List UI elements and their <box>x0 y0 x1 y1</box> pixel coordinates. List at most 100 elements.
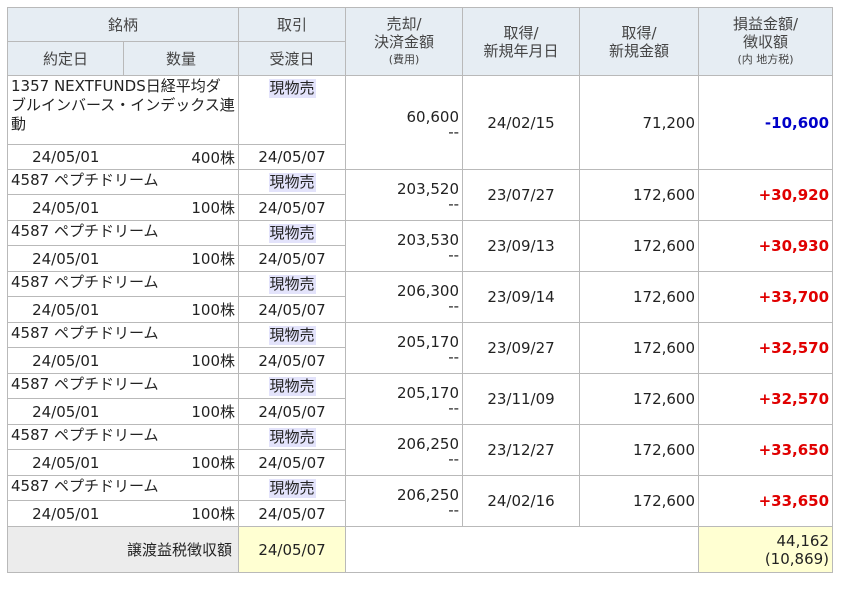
pl-amount: +32,570 <box>698 373 834 425</box>
exec-date: 24/05/01 <box>7 296 124 323</box>
exec-date: 24/05/01 <box>7 500 124 527</box>
trade-type-cell: 現物売 <box>238 169 347 195</box>
settle-date: 24/05/07 <box>238 449 347 476</box>
col-header-suryo: 数量 <box>122 41 240 76</box>
total-label: 譲渡益税徴収額 <box>6 526 240 573</box>
pl-line2: 徴収額 <box>743 32 789 51</box>
acq-date: 23/11/09 <box>462 373 581 425</box>
trade-type: 現物売 <box>268 325 316 345</box>
acq-amount: 172,600 <box>579 220 700 272</box>
trade-type: 現物売 <box>268 376 316 396</box>
header-row-top: 銘柄 取引 売却/ 決済金額 (費用) 取得/ 新規年月日 取得/ 新規金額 損… <box>6 7 834 76</box>
total-local-tax: (10,869) <box>764 549 830 568</box>
table-row: 1357 NEXTFUNDS日経平均ダブルインバース・インデックス連動 現物売 … <box>6 75 834 170</box>
sale-amount-cell: 60,600 -- <box>345 75 464 170</box>
trade-type-cell: 現物売 <box>238 75 347 145</box>
stock-name[interactable]: 4587 ペプチドリーム <box>6 169 240 195</box>
trade-type-cell: 現物売 <box>238 322 347 348</box>
fee: -- <box>448 246 460 264</box>
settle-date: 24/05/07 <box>238 296 347 323</box>
trade-type: 現物売 <box>268 223 316 243</box>
pl-amount: +30,920 <box>698 169 834 221</box>
trade-type: 現物売 <box>268 172 316 192</box>
pl-amount: +33,650 <box>698 475 834 527</box>
pl-line1: 損益金額/ <box>732 14 799 33</box>
settle-date: 24/05/07 <box>238 500 347 527</box>
stock-name[interactable]: 4587 ペプチドリーム <box>6 271 240 297</box>
acq-amount: 172,600 <box>579 271 700 323</box>
pl-amount: -10,600 <box>698 75 834 170</box>
stock-name[interactable]: 1357 NEXTFUNDS日経平均ダブルインバース・インデックス連動 <box>6 75 240 145</box>
sale-amount-cell: 206,250 -- <box>345 475 464 527</box>
exec-date: 24/05/01 <box>7 194 124 221</box>
exec-date: 24/05/01 <box>7 449 124 476</box>
acq-date: 23/09/13 <box>462 220 581 272</box>
trade-type: 現物売 <box>268 274 316 294</box>
quantity: 100株 <box>123 296 240 323</box>
pl-amount: +33,700 <box>698 271 834 323</box>
acq-amount: 172,600 <box>579 475 700 527</box>
stock-name[interactable]: 4587 ペプチドリーム <box>6 373 240 399</box>
stock-name[interactable]: 4587 ペプチドリーム <box>6 475 240 501</box>
acq-date: 23/07/27 <box>462 169 581 221</box>
settle-date: 24/05/07 <box>238 398 347 425</box>
trade-type-cell: 現物売 <box>238 271 347 297</box>
trade-type-cell: 現物売 <box>238 424 347 450</box>
baikyaku-line1: 売却/ <box>386 14 422 33</box>
fee: -- <box>448 348 460 366</box>
pl-amount: +32,570 <box>698 322 834 374</box>
trade-type: 現物売 <box>268 478 316 498</box>
trade-type-cell: 現物売 <box>238 220 347 246</box>
sale-amount-cell: 206,250 -- <box>345 424 464 476</box>
table-row: 4587 ペプチドリーム 現物売 206,250 -- 24/02/16 172,… <box>6 475 834 527</box>
fee: -- <box>448 122 460 141</box>
acq-date: 23/12/27 <box>462 424 581 476</box>
acq-date: 24/02/15 <box>462 75 581 170</box>
quantity: 100株 <box>123 500 240 527</box>
acq-date: 23/09/14 <box>462 271 581 323</box>
fee: -- <box>448 399 460 417</box>
exec-date: 24/05/01 <box>7 144 124 170</box>
baikyaku-line3: (費用) <box>388 52 420 66</box>
pl-amount: +33,650 <box>698 424 834 476</box>
total-row: 譲渡益税徴収額 24/05/07 44,162 (10,869) <box>6 526 834 573</box>
acq-amount: 172,600 <box>579 322 700 374</box>
exec-date: 24/05/01 <box>7 245 124 272</box>
shutoku-date-line2: 新規年月日 <box>483 41 559 60</box>
trade-type: 現物売 <box>268 79 316 98</box>
table-row: 4587 ペプチドリーム 現物売 206,250 -- 23/12/27 172,… <box>6 424 834 476</box>
settle-date: 24/05/07 <box>238 194 347 221</box>
col-header-torihiki: 取引 <box>238 7 347 42</box>
trade-type: 現物売 <box>268 427 316 447</box>
acq-amount: 172,600 <box>579 373 700 425</box>
acq-amount: 172,600 <box>579 169 700 221</box>
quantity: 100株 <box>123 245 240 272</box>
total-empty <box>345 526 700 573</box>
col-header-ukewatashi: 受渡日 <box>238 41 347 76</box>
sale-amount-cell: 205,170 -- <box>345 322 464 374</box>
sale-amount-cell: 206,300 -- <box>345 271 464 323</box>
col-header-yakujobi: 約定日 <box>7 41 124 76</box>
settle-date: 24/05/07 <box>238 245 347 272</box>
table-row: 4587 ペプチドリーム 現物売 206,300 -- 23/09/14 172,… <box>6 271 834 323</box>
acq-amount: 172,600 <box>579 424 700 476</box>
quantity: 100株 <box>123 347 240 374</box>
col-header-shutoku-amount: 取得/ 新規金額 <box>579 7 700 76</box>
stock-name[interactable]: 4587 ペプチドリーム <box>6 322 240 348</box>
stock-name[interactable]: 4587 ペプチドリーム <box>6 424 240 450</box>
table-row: 4587 ペプチドリーム 現物売 205,170 -- 23/09/27 172,… <box>6 322 834 374</box>
shutoku-amount-line2: 新規金額 <box>609 41 670 60</box>
quantity: 400株 <box>123 144 240 170</box>
fee: -- <box>448 501 460 519</box>
pl-line3: (内 地方税) <box>737 52 794 66</box>
table-row: 4587 ペプチドリーム 現物売 203,520 -- 23/07/27 172,… <box>6 169 834 221</box>
trade-history-table: 銘柄 取引 売却/ 決済金額 (費用) 取得/ 新規年月日 取得/ 新規金額 損… <box>6 7 834 573</box>
stock-name[interactable]: 4587 ペプチドリーム <box>6 220 240 246</box>
quantity: 100株 <box>123 194 240 221</box>
trade-type-cell: 現物売 <box>238 373 347 399</box>
pl-amount: +30,930 <box>698 220 834 272</box>
trade-rows: 1357 NEXTFUNDS日経平均ダブルインバース・インデックス連動 現物売 … <box>6 75 834 573</box>
acq-amount: 71,200 <box>579 75 700 170</box>
trade-type-cell: 現物売 <box>238 475 347 501</box>
quantity: 100株 <box>123 449 240 476</box>
